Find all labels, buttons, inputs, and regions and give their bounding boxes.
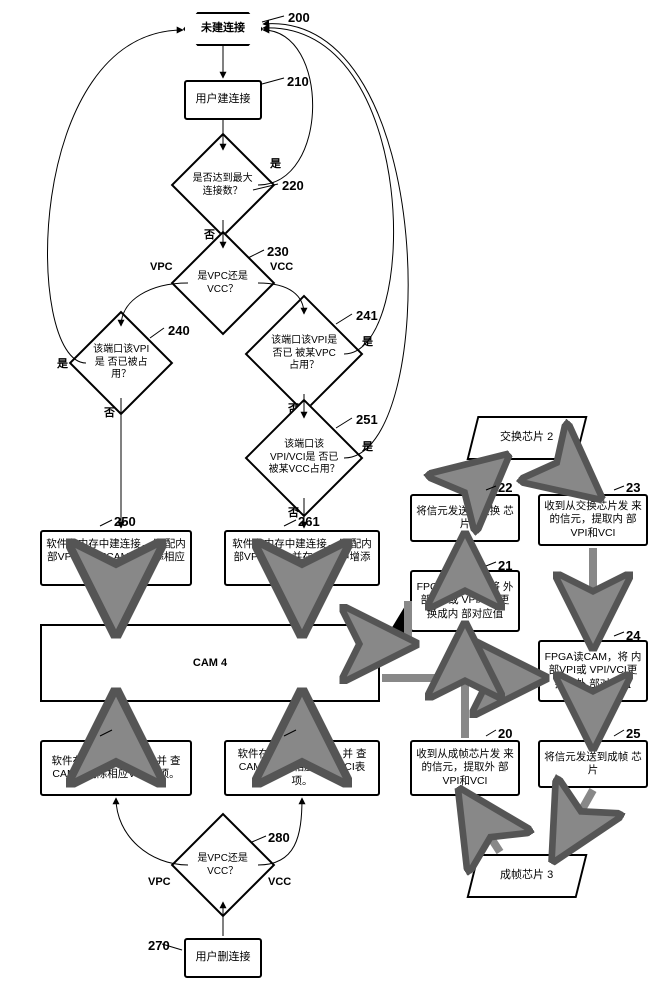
ref-24: 24 [626, 628, 640, 643]
node-alloc-vpivci: 软件在内存中建连接，分 配内部VPI/VCI，并在 CAM中增添相应表项。 [224, 530, 380, 586]
node-label: 交换芯片 2 [500, 431, 553, 445]
edge-label-vcc: VCC [270, 261, 293, 273]
edge-label-no: 否 [104, 404, 115, 420]
node-label: 该端口该VPI是否已 被某VPC占用？ [268, 335, 340, 373]
node-user-create: 用户建连接 [184, 80, 262, 120]
ref-261: 261 [298, 514, 320, 529]
node-label: 用户建连接 [196, 93, 251, 107]
edge-label-yes: 是 [362, 333, 373, 349]
ref-20: 20 [498, 726, 512, 741]
node-label: 软件在内存中删连接，并 查CAM，删除相应 VPI/VCI表项。 [230, 748, 374, 787]
node-send-to-framer: 将信元发送到成帧 芯片 [538, 740, 648, 788]
node-recv-framer: 收到从成帧芯片发 来的信元，提取外 部VPI和VCI [410, 740, 520, 796]
node-label: 软件在内存中建连接，分 配内部VPI/VCI，并在 CAM中增添相应表项。 [230, 538, 374, 577]
edge-label-yes: 是 [362, 438, 373, 454]
node-vpi-occupied: 该端口该VPI是 否已被占用？ [69, 311, 174, 416]
node-label: 用户删连接 [196, 951, 251, 965]
edge-label-yes: 是 [270, 155, 281, 171]
ref-23: 23 [626, 480, 640, 495]
ref-251: 251 [356, 412, 378, 427]
node-send-to-switch: 将信元发送到交换 芯片 [410, 494, 520, 542]
node-label: 软件在内存中建连接，分 配内部VPI，并在CAM中 增添相应表项。 [46, 538, 186, 577]
node-vpc-or-vcc: 是VPC还是 VCC？ [171, 231, 276, 336]
edge-label-vpc: VPC [150, 261, 173, 273]
node-switch-chip: 交换芯片 2 [467, 416, 588, 460]
edge-label-vpc: VPC [148, 876, 171, 888]
ref-200: 200 [288, 10, 310, 25]
edge-label-yes: 是 [57, 355, 68, 371]
node-label: 是否达到最大 连接数？ [192, 173, 254, 198]
node-label: 该端口该VPI/VCI是 否已被某VCC占用？ [268, 439, 340, 477]
node-label: 是VPC还是 VCC？ [192, 271, 254, 296]
node-fpga-read: FPGA读CAM，将 内部VPI或 VPI/VCI更换成外 部对应值 [538, 640, 648, 702]
node-max-conn: 是否达到最大 连接数？ [171, 133, 276, 238]
node-label: 未建连接 [201, 22, 245, 36]
cam-store: CAM 4 [40, 624, 380, 702]
node-label: 是VPC还是 VCC？ [192, 853, 254, 878]
ref-25: 25 [626, 726, 640, 741]
node-del-vpi: 软件在内存中删连接，并 查CAM，删除相应VPI表 项。 [40, 740, 192, 796]
ref-241: 241 [356, 308, 378, 323]
node-label: FPGA查CAM，将 外部VPI或 VPI/VCI更换成内 部对应值 [416, 581, 514, 620]
ref-210: 210 [287, 74, 309, 89]
node-label: CAM 4 [193, 657, 227, 669]
ref-280: 280 [268, 830, 290, 845]
node-label: 软件在内存中删连接，并 查CAM，删除相应VPI表 项。 [46, 755, 186, 781]
ref-290: 290 [114, 724, 136, 739]
node-label: 将信元发送到交换 芯片 [416, 505, 514, 531]
ref-230: 230 [267, 244, 289, 259]
node-vpi-by-vpc: 该端口该VPI是否已 被某VPC占用？ [245, 295, 364, 414]
ref-22: 22 [498, 480, 512, 495]
ref-220: 220 [282, 178, 304, 193]
node-del-vpivci: 软件在内存中删连接，并 查CAM，删除相应 VPI/VCI表项。 [224, 740, 380, 796]
ref-240: 240 [168, 323, 190, 338]
node-not-connected: 未建连接 [183, 12, 263, 46]
ref-270: 270 [148, 938, 170, 953]
node-recv-switch: 收到从交换芯片发 来的信元，提取内 部VPI和VCI [538, 494, 648, 546]
node-framer-chip: 成帧芯片 3 [467, 854, 588, 898]
node-vcc-occupied: 该端口该VPI/VCI是 否已被某VCC占用？ [245, 399, 364, 518]
ref-21: 21 [498, 558, 512, 573]
ref-291: 291 [298, 724, 320, 739]
node-alloc-vpi: 软件在内存中建连接，分 配内部VPI，并在CAM中 增添相应表项。 [40, 530, 192, 586]
node-label: 成帧芯片 3 [500, 869, 553, 883]
ref-250: 250 [114, 514, 136, 529]
edge-label-vcc: VCC [268, 876, 291, 888]
node-fpga-lookup: FPGA查CAM，将 外部VPI或 VPI/VCI更换成内 部对应值 [410, 570, 520, 632]
node-label: 将信元发送到成帧 芯片 [544, 751, 642, 777]
node-label: 收到从交换芯片发 来的信元，提取内 部VPI和VCI [544, 500, 642, 539]
node-label: 收到从成帧芯片发 来的信元，提取外 部VPI和VCI [416, 748, 514, 787]
node-user-delete: 用户删连接 [184, 938, 262, 978]
node-label: 该端口该VPI是 否已被占用？ [90, 344, 152, 382]
node-del-vpc-or-vcc: 是VPC还是 VCC？ [171, 813, 276, 918]
node-label: FPGA读CAM，将 内部VPI或 VPI/VCI更换成外 部对应值 [544, 651, 642, 690]
